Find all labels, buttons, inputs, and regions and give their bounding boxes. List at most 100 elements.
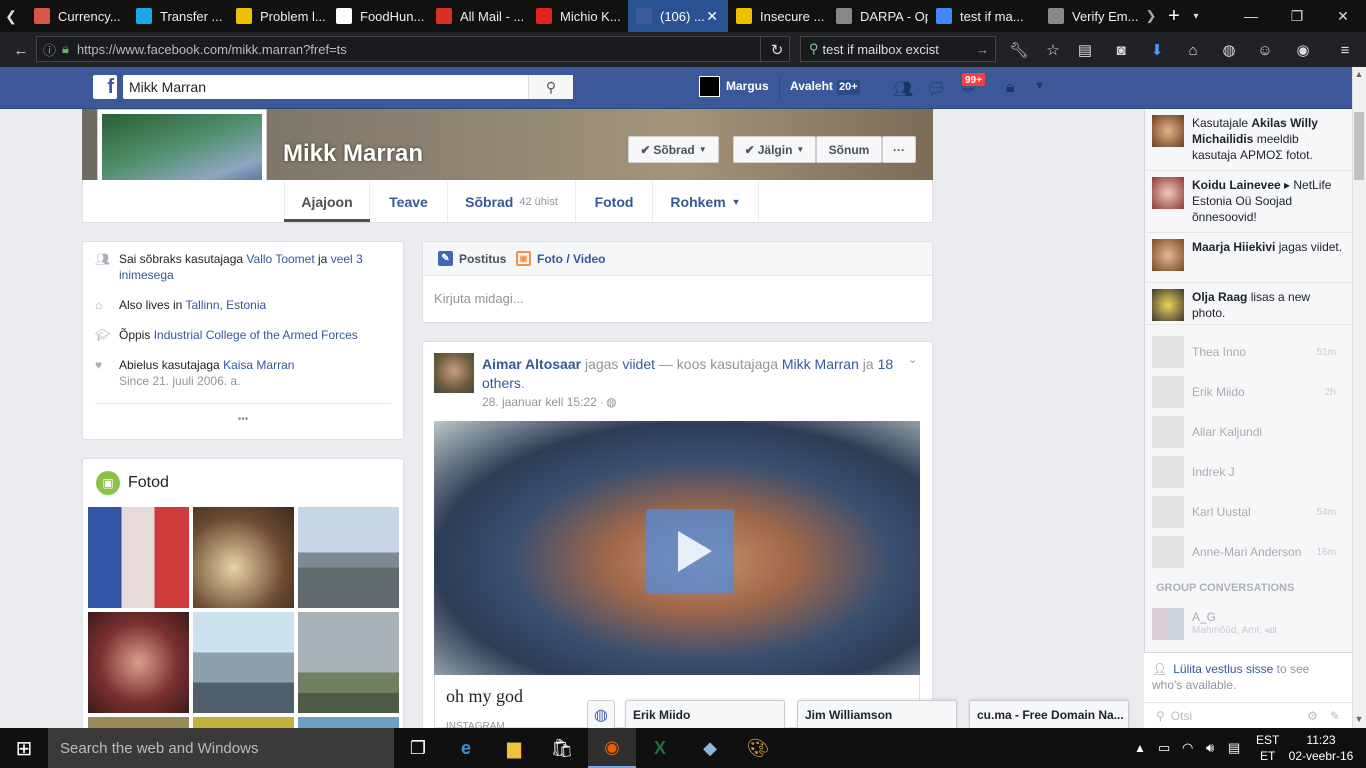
scroll-up-icon[interactable]: ▲ (1352, 67, 1366, 81)
browser-tab[interactable]: Insecure ... (728, 0, 828, 32)
taskbar-search-box[interactable]: Search the web and Windows (48, 728, 394, 768)
photo-thumbnail[interactable] (298, 507, 399, 608)
profile-name[interactable]: Mikk Marran (283, 140, 423, 168)
language-indicator[interactable]: EST ET (1256, 732, 1279, 764)
battery-icon[interactable]: ▭ (1158, 728, 1170, 768)
follow-button[interactable]: ✔ Jälgin ▼ (733, 136, 816, 163)
city-link[interactable]: Tallinn, Estonia (185, 298, 266, 312)
search-engine-icon[interactable]: ⚲ (809, 41, 819, 57)
photo-thumbnail[interactable] (193, 507, 294, 608)
intro-more-button[interactable]: ••• (226, 414, 260, 425)
composer-tab-post[interactable]: ✎ Postitus (438, 251, 506, 266)
tabs-scroll-left-icon[interactable]: ❮ (0, 0, 22, 32)
post-object-link[interactable]: viidet (622, 356, 655, 372)
browser-tab[interactable]: FoodHun... (328, 0, 428, 32)
chat-addon-icon[interactable]: ☺ (1252, 38, 1278, 62)
turn-on-chat-link[interactable]: Lülita vestlus sisse (1173, 662, 1273, 676)
firefox-icon[interactable]: ◉ (588, 728, 636, 768)
ticker-item[interactable]: Kasutajale Akilas Willy Michailidis meel… (1144, 109, 1352, 171)
restore-icon[interactable]: ❐ (1274, 0, 1320, 32)
friend-requests-icon[interactable]: 👥︎ (893, 79, 913, 99)
author-avatar[interactable] (434, 353, 474, 393)
ticker-item[interactable]: Olja Raag lisas a new photo. (1144, 283, 1352, 325)
reading-list-icon[interactable]: ▤ (1072, 38, 1098, 62)
friends-button[interactable]: ✔ Sõbrad ▼ (628, 136, 719, 163)
photos-card-title[interactable]: Fotod (128, 474, 169, 492)
browser-tab[interactable]: (106) ... ✕ (628, 0, 728, 32)
clock[interactable]: 11:23 02-veebr-16 (1288, 732, 1354, 764)
file-explorer-icon[interactable]: ▆ (490, 728, 538, 768)
friend-link[interactable]: Vallo Toomet (246, 252, 314, 266)
post-timestamp[interactable]: 28. jaanuar kell 15:22 · (482, 395, 604, 409)
browser-tab[interactable]: Currency... (26, 0, 126, 32)
browser-tab[interactable]: DARPA - Ope... (828, 0, 928, 32)
tab-list-dropdown-icon[interactable]: ▾ (1186, 0, 1206, 32)
ticker-name[interactable]: Koidu Lainevee (1192, 178, 1281, 192)
contact-item[interactable]: Thea Inno 51m (1152, 336, 1336, 368)
chat-globe-icon[interactable]: ◍ (587, 700, 615, 728)
new-message-icon[interactable]: ✎ (1330, 709, 1340, 723)
avatar[interactable] (699, 76, 720, 97)
scroll-down-icon[interactable]: ▼ (1352, 712, 1366, 726)
info-icon[interactable]: ⓘ (43, 40, 56, 59)
search-go-icon[interactable]: → (976, 42, 989, 57)
school-link[interactable]: Industrial College of the Armed Forces (154, 328, 358, 342)
photo-thumbnail[interactable] (88, 612, 189, 713)
photo-thumbnail[interactable] (298, 612, 399, 713)
windows-start-icon[interactable]: ⊞ (0, 728, 48, 768)
browser-tab[interactable]: Problem l... (228, 0, 328, 32)
messages-icon[interactable]: 💬︎ (926, 79, 946, 99)
ticker-name[interactable]: Maarja Hiiekivi (1192, 240, 1275, 254)
tagged-user-link[interactable]: Mikk Marran (782, 356, 859, 372)
spouse-link[interactable]: Kaisa Marran (223, 358, 294, 372)
browser-search-box[interactable]: ⚲ test if mailbox excist → (800, 36, 996, 62)
ticker-item[interactable]: Maarja Hiiekivi jagas viidet. (1144, 233, 1352, 283)
browser-tab[interactable]: All Mail - ... (428, 0, 528, 32)
browser-tab[interactable]: Michio K... (528, 0, 628, 32)
bookmark-star-icon[interactable]: ☆ (1040, 38, 1066, 62)
facebook-search-value[interactable]: Mikk Marran (129, 79, 206, 95)
browser-tab[interactable]: test if ma... (928, 0, 1038, 32)
user-addon-icon[interactable]: ◉ (1290, 38, 1316, 62)
tray-chevron-up-icon[interactable]: ▲ (1134, 728, 1146, 768)
download-icon[interactable]: ⬇ (1144, 38, 1170, 62)
browser-search-text[interactable]: test if mailbox excist (823, 42, 939, 57)
ticker-item[interactable]: Koidu Lainevee ▸ NetLife Estonia Oü Sooj… (1144, 171, 1352, 233)
account-menu-icon[interactable]: ▼ (1034, 80, 1045, 92)
globe-addon-icon[interactable]: ◍ (1216, 38, 1242, 62)
facebook-search-button[interactable]: ⚲ (528, 75, 573, 99)
minimize-icon[interactable]: — (1228, 0, 1274, 32)
task-view-icon[interactable]: ❐ (394, 728, 442, 768)
facebook-logo-icon[interactable]: f (93, 75, 117, 99)
contact-item[interactable]: Karl Uustal 54m (1152, 496, 1336, 528)
taskbar-search-placeholder[interactable]: Search the web and Windows (60, 740, 258, 757)
more-options-button[interactable]: ··· (882, 136, 916, 163)
message-button[interactable]: Sõnum (816, 136, 882, 163)
contact-item[interactable]: Allar Kaljundi (1152, 416, 1336, 448)
contact-item[interactable]: Erik Miido 2h (1152, 376, 1336, 408)
tab-more[interactable]: Rohkem ▼ (653, 181, 759, 222)
action-center-icon[interactable]: ▤ (1228, 728, 1240, 768)
contact-item[interactable]: Indrek J (1152, 456, 1336, 488)
browser-tab[interactable]: Verify Em... (1040, 0, 1140, 32)
tabs-scroll-right-icon[interactable]: ❯ (1140, 0, 1162, 32)
link-preview-title[interactable]: oh my god (446, 686, 523, 707)
play-icon[interactable] (646, 509, 734, 594)
photo-thumbnail[interactable] (193, 717, 294, 728)
tab-about[interactable]: Teave (370, 181, 448, 222)
pocket-icon[interactable]: ◙ (1108, 38, 1134, 62)
notes-icon[interactable]: ◆ (686, 728, 734, 768)
tab-photos[interactable]: Fotod (576, 181, 653, 222)
tab-timeline[interactable]: Ajajoon (284, 181, 370, 222)
composer-tab-photo[interactable]: ▣ Foto / Video (516, 251, 605, 266)
store-icon[interactable]: 🛍︎ (538, 728, 586, 768)
ticker-name[interactable]: Olja Raag (1192, 290, 1247, 304)
back-icon[interactable]: ← (8, 38, 34, 62)
post-author-link[interactable]: Aimar Altosaar (482, 356, 581, 372)
tab-close-icon[interactable]: ✕ (706, 8, 718, 25)
menu-icon[interactable]: ≡ (1332, 38, 1358, 62)
scrollbar-thumb[interactable] (1354, 112, 1364, 180)
url-text[interactable]: https://www.facebook.com/mikk.marran?fre… (77, 42, 347, 57)
url-bar[interactable]: ⓘ 🔒︎ https://www.facebook.com/mikk.marra… (36, 36, 790, 62)
wrench-icon[interactable]: 🔧︎ (1006, 38, 1032, 62)
